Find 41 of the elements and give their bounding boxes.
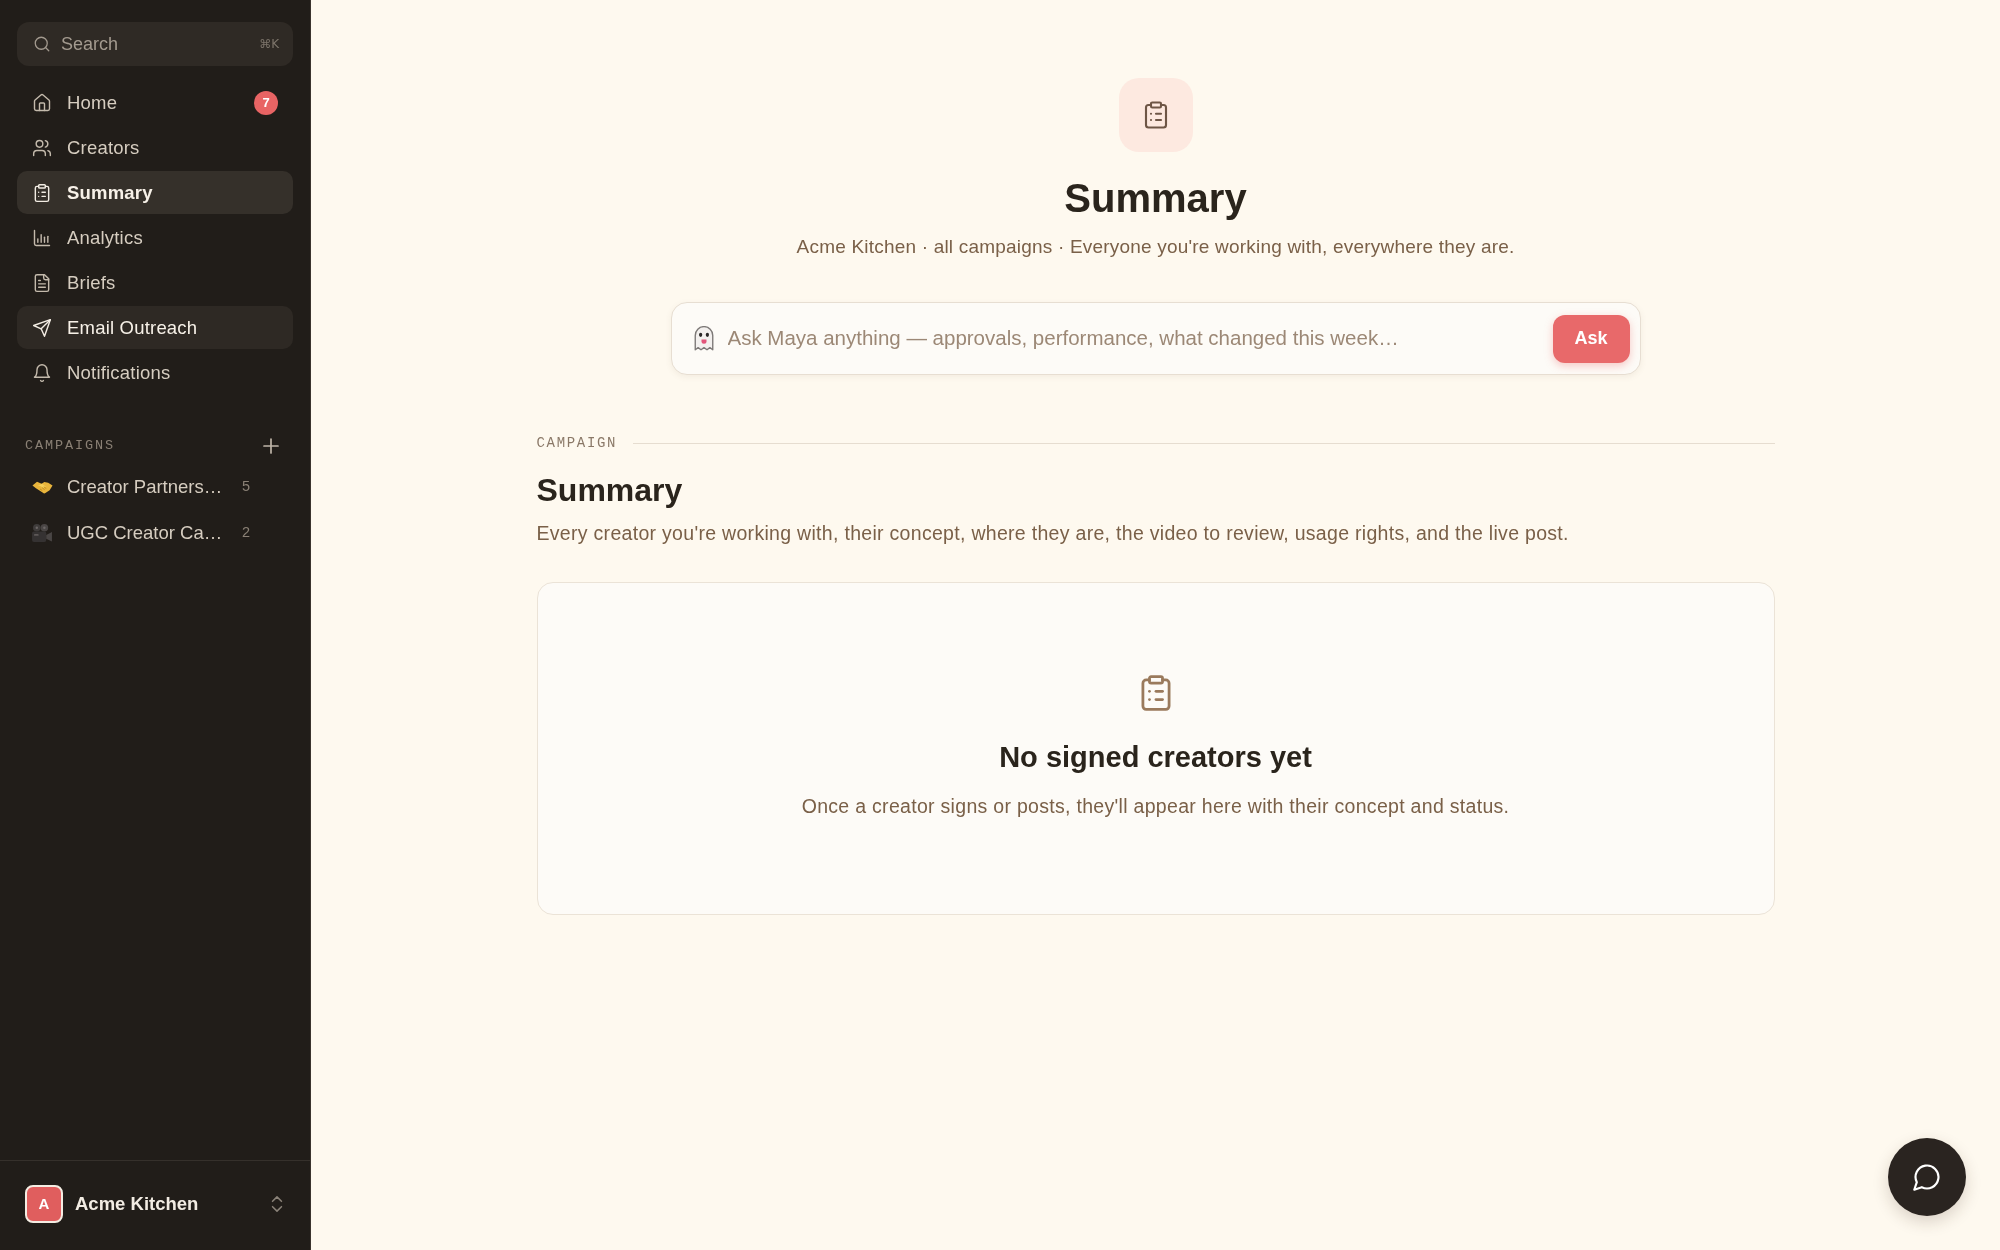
page-subtitle: Acme Kitchen · all campaigns · Everyone you're working with, everywhere they are. (796, 235, 1515, 259)
nav-item[interactable]: Notifications (17, 351, 293, 394)
chat-bubble-icon (1913, 1163, 1941, 1191)
search-icon (33, 35, 51, 53)
home-icon (32, 92, 52, 113)
empty-state-text: Once a creator signs or posts, they'll appear here with their concept and status. (801, 794, 1510, 819)
campaign-item[interactable]: Creator Partners… 5 (17, 464, 293, 510)
clipboard-icon (32, 182, 52, 203)
chevrons-up-down-icon (269, 1196, 285, 1212)
shortcut-hint: ⌘K (259, 36, 279, 53)
nav-item[interactable]: Email Outreach (17, 306, 293, 349)
campaign-count: 5 (242, 477, 251, 497)
document-icon (32, 272, 52, 293)
workspace-avatar: A (25, 1185, 63, 1223)
handshake-icon (31, 480, 53, 494)
section-heading: CAMPAIGNS (25, 436, 115, 455)
campaign-item[interactable]: UGC Creator Ca… 2 (17, 510, 293, 556)
nav-item[interactable]: Summary (17, 171, 293, 214)
video-camera-icon (32, 524, 52, 542)
paper-plane-icon (32, 317, 52, 338)
nav-item[interactable]: Home 7 (17, 81, 293, 124)
section-description: Every creator you're working with, their concept, where they are, the video to review, usage rights, and the live post. (536, 521, 1570, 546)
page-title: Summary (1064, 175, 1247, 222)
section-title: Summary (536, 471, 684, 509)
nav-item[interactable]: Analytics (17, 216, 293, 259)
chat-button[interactable] (1888, 1138, 1966, 1216)
bell-icon (32, 362, 52, 383)
count-badge: 7 (254, 90, 278, 115)
users-icon (32, 137, 52, 158)
workspace-switcher[interactable]: A Acme Kitchen (25, 1179, 285, 1229)
nav-item[interactable]: Briefs (17, 261, 293, 304)
search-input[interactable]: Search (61, 30, 250, 58)
plus-icon (263, 438, 279, 454)
empty-state-title: No signed creators yet (999, 740, 1312, 775)
bar-chart-icon (32, 227, 52, 248)
nav-item[interactable]: Creators (17, 126, 293, 169)
ask-input[interactable]: Ask Maya anything — approvals, performance, what changed this week… (727, 323, 1539, 354)
section-label: CAMPAIGN (536, 434, 618, 453)
ghost-icon (693, 326, 714, 351)
add-campaign-button[interactable] (263, 438, 279, 454)
campaign-count: 2 (242, 523, 251, 543)
